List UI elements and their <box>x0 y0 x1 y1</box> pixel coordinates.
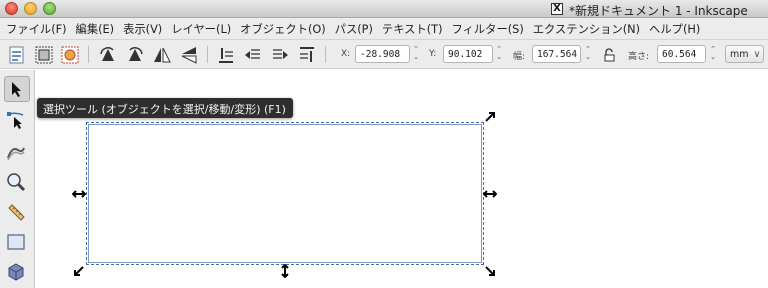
menu-layer[interactable]: レイヤー(L) <box>171 21 231 37</box>
y-label: Y: <box>429 49 437 59</box>
menu-view[interactable]: 表示(V) <box>123 21 162 37</box>
zoom-tool-button[interactable] <box>4 170 30 196</box>
resize-handle-ne-icon[interactable] <box>483 110 497 124</box>
deselect-icon[interactable] <box>60 45 80 65</box>
height-input[interactable]: 60.564 <box>657 45 706 63</box>
flip-vertical-icon[interactable] <box>179 45 199 65</box>
rotate-cw-icon[interactable] <box>125 45 145 65</box>
toolbar-separator <box>325 46 326 63</box>
width-label: 幅: <box>513 52 526 62</box>
width-spin-arrows-icon[interactable]: ⌃ ⌄ <box>583 45 593 63</box>
measure-tool-button[interactable] <box>4 200 30 226</box>
node-tool-button[interactable] <box>4 108 30 134</box>
menu-file[interactable]: ファイル(F) <box>6 21 67 37</box>
lower-to-bottom-icon[interactable] <box>216 45 236 65</box>
toolbar-separator <box>88 46 89 63</box>
width-input[interactable]: 167.564 <box>532 45 581 63</box>
x-position-input[interactable]: -28.908 <box>355 45 410 63</box>
resize-handle-w-icon[interactable] <box>72 187 86 201</box>
selector-tool-button[interactable] <box>4 76 30 102</box>
tweak-tool-button[interactable] <box>4 140 30 166</box>
x-label: X: <box>341 49 351 59</box>
flip-horizontal-icon[interactable] <box>152 45 172 65</box>
y-position-input[interactable]: 90.102 <box>443 45 493 63</box>
toolbox <box>0 70 35 288</box>
select-all-icon[interactable] <box>7 45 27 65</box>
zoom-window-button[interactable] <box>43 2 56 15</box>
selection-bounding-box <box>86 122 484 265</box>
ruler-icon <box>8 204 25 221</box>
menu-help[interactable]: ヘルプ(H) <box>649 21 700 37</box>
height-label: 高さ: <box>628 52 650 62</box>
chevron-down-icon: ∨ <box>753 49 761 60</box>
unit-select[interactable]: mm ∨ <box>725 45 764 63</box>
window-title: *新規ドキュメント 1 - Inkscape <box>569 4 748 18</box>
menu-edit[interactable]: 編集(E) <box>76 21 115 37</box>
rectangle-icon <box>7 234 25 250</box>
cube-icon <box>8 263 24 281</box>
menu-text[interactable]: テキスト(T) <box>382 21 443 37</box>
select-all-layers-icon[interactable] <box>34 45 54 65</box>
menu-extensions[interactable]: エクステンション(N) <box>533 21 640 37</box>
y-spin-arrows-icon[interactable]: ⌃ ⌄ <box>494 45 504 63</box>
resize-handle-s-icon[interactable] <box>278 264 292 278</box>
raise-to-top-icon[interactable] <box>297 45 317 65</box>
raise-icon[interactable] <box>270 45 290 65</box>
tweak-wave-icon <box>7 147 25 161</box>
minimize-window-button[interactable] <box>24 2 37 15</box>
x-spin-arrows-icon[interactable]: ⌃ ⌄ <box>411 45 421 63</box>
lower-icon[interactable] <box>243 45 263 65</box>
resize-handle-sw-icon[interactable] <box>72 264 86 278</box>
resize-handle-se-icon[interactable] <box>483 264 497 278</box>
menu-object[interactable]: オブジェクト(O) <box>240 21 326 37</box>
node-editor-icon <box>7 112 24 129</box>
x11-app-icon: X <box>551 3 563 15</box>
arrow-pointer-icon <box>12 82 21 97</box>
close-window-button[interactable] <box>5 2 18 15</box>
height-spin-arrows-icon[interactable]: ⌃ ⌄ <box>708 45 718 63</box>
3d-box-tool-button[interactable] <box>4 260 30 286</box>
resize-handle-e-icon[interactable] <box>483 187 497 201</box>
title-bar: X *新規ドキュメント 1 - Inkscape <box>0 0 768 18</box>
toolbar-separator <box>207 46 208 63</box>
magnifier-icon <box>7 173 26 192</box>
rectangle-tool-button[interactable] <box>4 230 30 256</box>
menu-bar: ファイル(F) 編集(E) 表示(V) レイヤー(L) オブジェクト(O) パス… <box>0 18 768 40</box>
lock-ratio-icon[interactable] <box>603 48 617 62</box>
tool-controls-bar: X: -28.908 ⌃ ⌄ Y: 90.102 ⌃ ⌄ 幅: 167.564 ⌃ ⌄… <box>0 40 768 69</box>
menu-path[interactable]: パス(P) <box>335 21 373 37</box>
selector-tool-tooltip: 選択ツール (オブジェクトを選択/移動/変形) (F1) <box>37 98 293 118</box>
menu-filters[interactable]: フィルター(S) <box>451 21 523 37</box>
unit-value: mm <box>730 49 749 60</box>
rotate-ccw-icon[interactable] <box>98 45 118 65</box>
